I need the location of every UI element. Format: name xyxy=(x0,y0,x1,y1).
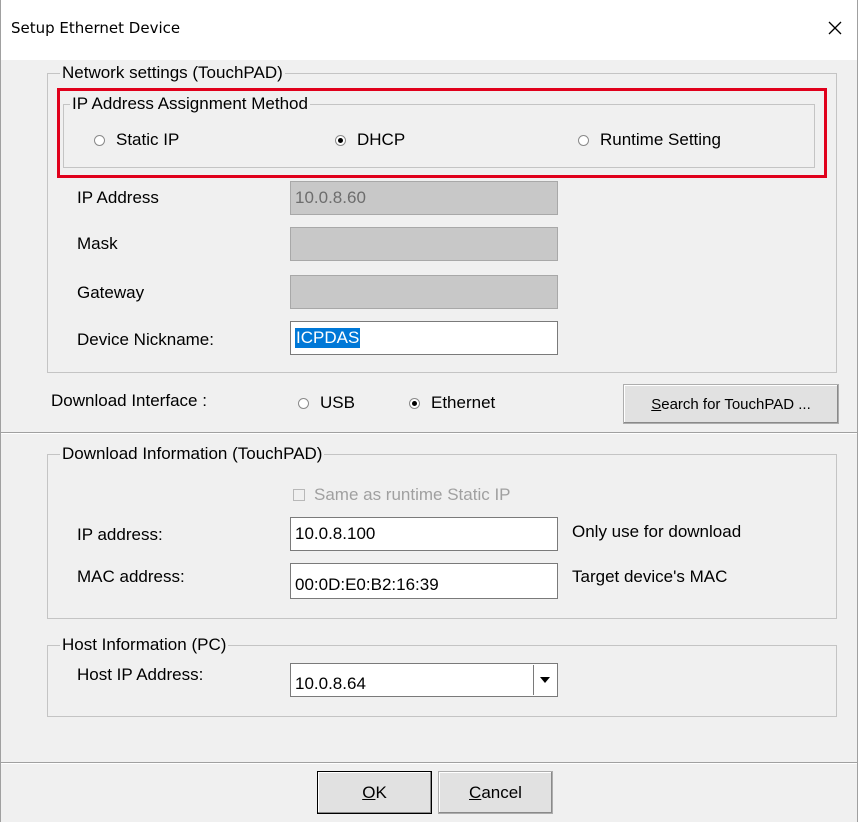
cancel-button-accel: C xyxy=(469,782,482,802)
same-as-static-box xyxy=(293,489,305,501)
mac-address-value: 00:0D:E0:B2:16:39 xyxy=(295,575,439,594)
separator-top xyxy=(1,432,857,434)
radio-usb[interactable]: USB xyxy=(298,393,355,413)
gateway-label: Gateway xyxy=(77,283,145,302)
mask-field xyxy=(290,227,558,261)
download-interface-label: Download Interface : xyxy=(51,391,207,410)
host-ip-label: Host IP Address: xyxy=(77,665,204,684)
radio-ethernet-label: Ethernet xyxy=(431,393,496,412)
host-ip-value: 10.0.8.64 xyxy=(295,674,366,693)
ok-button-accel: O xyxy=(362,782,376,802)
close-button[interactable] xyxy=(817,10,853,46)
device-nickname-value: ICPDAS xyxy=(295,328,361,348)
mac-address-field[interactable]: 00:0D:E0:B2:16:39 xyxy=(290,563,558,599)
mac-address-label: MAC address: xyxy=(77,567,185,586)
ip-address-label: IP Address xyxy=(77,188,159,207)
radio-usb-label: USB xyxy=(320,393,355,412)
network-settings-legend: Network settings (TouchPAD) xyxy=(60,63,285,83)
close-icon xyxy=(828,21,842,35)
ip-address-field: 10.0.8.60 xyxy=(290,181,558,215)
title-bar: Setup Ethernet Device xyxy=(1,0,857,60)
mask-label: Mask xyxy=(77,234,118,253)
download-ip-field[interactable]: 10.0.8.100 xyxy=(290,517,558,551)
cancel-button[interactable]: Cancel xyxy=(438,771,553,814)
device-nickname-label: Device Nickname: xyxy=(77,330,214,349)
gateway-field xyxy=(290,275,558,309)
radio-ethernet-indicator xyxy=(409,397,420,409)
device-nickname-field[interactable]: ICPDAS xyxy=(290,321,558,355)
mac-address-note: Target device's MAC xyxy=(572,567,728,586)
search-touchpad-button[interactable]: Search for TouchPAD ... xyxy=(623,384,839,424)
download-ip-value: 10.0.8.100 xyxy=(295,524,376,543)
ok-button[interactable]: OK xyxy=(317,771,432,814)
download-ip-note: Only use for download xyxy=(572,522,742,541)
search-button-accel: S xyxy=(651,395,662,413)
annotation-highlight-box xyxy=(57,88,827,178)
setup-ethernet-dialog: Setup Ethernet Device Network settings (… xyxy=(0,0,858,822)
separator-bottom xyxy=(1,762,857,764)
radio-ethernet[interactable]: Ethernet xyxy=(409,393,495,413)
host-ip-dropdown-arrow[interactable] xyxy=(533,665,556,695)
radio-usb-indicator xyxy=(298,397,309,409)
cancel-button-text: ancel xyxy=(481,782,522,802)
ip-address-value: 10.0.8.60 xyxy=(295,188,366,207)
window-title: Setup Ethernet Device xyxy=(11,19,181,37)
chevron-down-icon xyxy=(540,677,550,683)
same-as-static-label: Same as runtime Static IP xyxy=(314,485,511,504)
host-ip-select[interactable]: 10.0.8.64 xyxy=(290,663,558,697)
search-button-text: earch for TouchPAD ... xyxy=(661,395,811,413)
host-info-legend: Host Information (PC) xyxy=(60,635,229,655)
ok-button-text: K xyxy=(375,782,387,802)
download-info-legend: Download Information (TouchPAD) xyxy=(60,444,325,464)
download-ip-label: IP address: xyxy=(77,525,163,544)
same-as-static-checkbox: Same as runtime Static IP xyxy=(293,485,511,505)
